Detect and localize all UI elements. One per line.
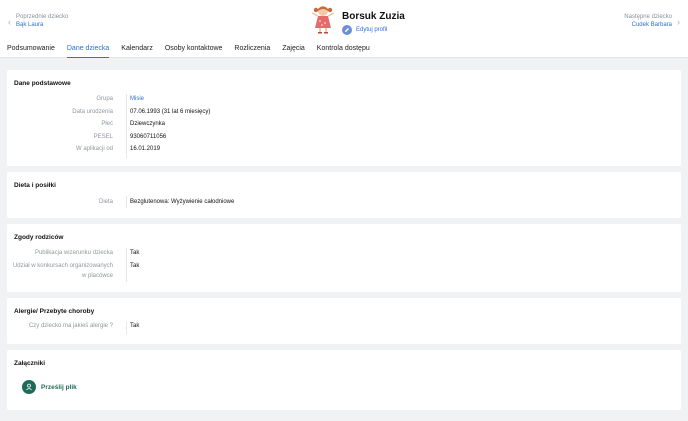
chevron-left-icon: ‹ [8,17,11,27]
next-child-label: Następne dziecko [624,14,672,20]
diet-card: Dieta i posiłki Dieta Bezglutenowa: Wyży… [7,172,681,218]
tab-contacts[interactable]: Osoby kontaktowe [165,45,223,58]
previous-child-label: Poprzednie dziecko [16,14,69,20]
upload-file-button[interactable]: Prześlij plik [22,380,77,394]
image-publication-value: Tak [130,250,140,256]
tab-bar: Podsumowanie Dane dziecka Kalendarz Osob… [0,45,382,58]
allergies-question-value: Tak [130,323,140,329]
basic-data-title: Dane podstawowe [14,80,71,87]
app-since-value: 16.01.2019 [130,146,161,152]
next-child-link[interactable]: Następne dziecko Cudek Barbara › [624,13,680,29]
basic-data-card: Dane podstawowe Grupa Misie Data urodzen… [7,70,681,166]
gender-value: Dziewczynka [130,121,166,127]
row-gender: Płeć Dziewczynka [7,120,681,130]
chevron-right-icon: › [677,17,680,27]
allergies-card: Alergie/ Przebyte choroby Czy dziecko ma… [7,298,681,344]
consents-title: Zgody rodziców [14,234,64,241]
gender-label: Płeć [101,121,113,127]
birth-date-value: 07.06.1993 (31 lat 6 miesięcy) [130,109,211,115]
edit-profile-button[interactable]: Edytuj profil [342,25,405,35]
tab-activities[interactable]: Zajęcia [282,45,305,58]
app-since-label: W aplikacji od [75,146,113,152]
edit-profile-label: Edytuj profil [356,27,388,33]
birth-date-label: Data urodzenia [72,109,113,115]
row-diet: Dieta Bezglutenowa: Wyżywienie całodniow… [7,198,681,208]
top-bar: ‹ Poprzednie dziecko Bąk Laura Borsuk Zu… [0,0,688,58]
allergies-title: Alergie/ Przebyte choroby [14,308,95,315]
row-contests: Udział w konkursach organizowanych w pla… [7,262,681,282]
group-value[interactable]: Misie [130,95,144,103]
tab-billing[interactable]: Rozliczenia [234,45,270,58]
contests-label-line1: Udział w konkursach organizowanych [12,263,113,269]
child-avatar [309,4,337,34]
group-label: Grupa [96,96,113,102]
contests-label-line2: w placówce [81,272,113,279]
contests-label: Udział w konkursach organizowanych w pla… [0,262,113,279]
tab-child-data[interactable]: Dane dziecka [66,45,110,58]
upload-person-icon [22,380,36,394]
upload-file-label: Prześlij plik [41,383,77,391]
previous-child-link[interactable]: ‹ Poprzednie dziecko Bąk Laura [8,13,68,29]
pesel-label: PESEL [93,134,113,140]
previous-child-name[interactable]: Bąk Laura [16,21,68,29]
tab-calendar[interactable]: Kalendarz [121,45,153,58]
row-birth-date: Data urodzenia 07.06.1993 (31 lat 6 mies… [7,108,681,118]
image-publication-label: Publikacja wizerunku dziecka [34,250,113,256]
diet-value: Bezglutenowa: Wyżywienie całodniowe [130,199,235,205]
row-pesel: PESEL 93060711056 [7,133,681,143]
tab-summary[interactable]: Podsumowanie [7,45,55,58]
child-name: Borsuk Zuzia [342,11,405,22]
pencil-icon [342,25,352,35]
diet-label: Dieta [98,199,113,205]
row-image-publication: Publikacja wizerunku dziecka Tak [7,249,681,259]
pesel-value: 93060711056 [130,134,167,140]
allergies-question-label: Czy dziecko ma jakieś alergie ? [28,323,113,329]
tab-access-control[interactable]: Kontrola dostępu [317,45,370,58]
row-app-since: W aplikacji od 16.01.2019 [7,145,681,155]
diet-title: Dieta i posiłki [14,182,56,189]
attachments-card: Załączniki Prześlij plik [7,350,681,410]
consents-card: Zgody rodziców Publikacja wizerunku dzie… [7,224,681,292]
contests-value: Tak [130,263,140,269]
row-allergies: Czy dziecko ma jakieś alergie ? Tak [7,322,681,332]
next-child-name[interactable]: Cudek Barbara [624,21,672,29]
attachments-title: Załączniki [14,360,46,367]
child-profile-header: Borsuk Zuzia Edytuj profil [309,4,405,35]
row-group: Grupa Misie [7,95,681,105]
